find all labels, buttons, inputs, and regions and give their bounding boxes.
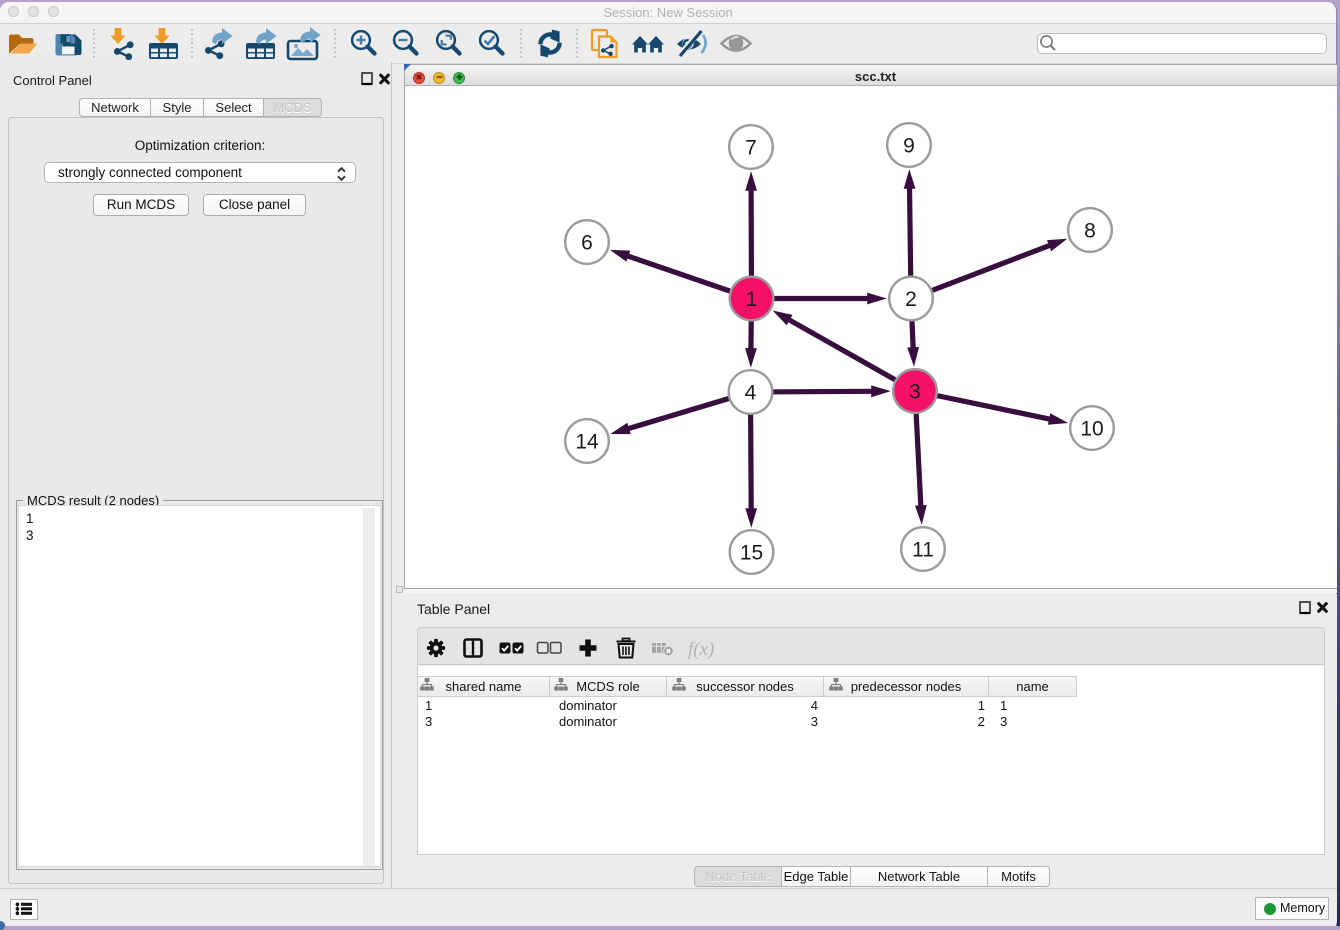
svg-text:7: 7	[745, 136, 757, 159]
svg-text:14: 14	[575, 430, 599, 453]
svg-text:11: 11	[912, 538, 934, 561]
svg-text:3: 3	[909, 380, 921, 403]
svg-text:4: 4	[745, 381, 757, 404]
svg-text:1: 1	[746, 288, 758, 311]
svg-text:2: 2	[905, 288, 917, 311]
svg-text:8: 8	[1084, 219, 1096, 242]
svg-text:15: 15	[740, 541, 763, 564]
svg-text:10: 10	[1080, 417, 1103, 440]
svg-text:6: 6	[581, 231, 593, 254]
svg-text:9: 9	[903, 134, 915, 157]
